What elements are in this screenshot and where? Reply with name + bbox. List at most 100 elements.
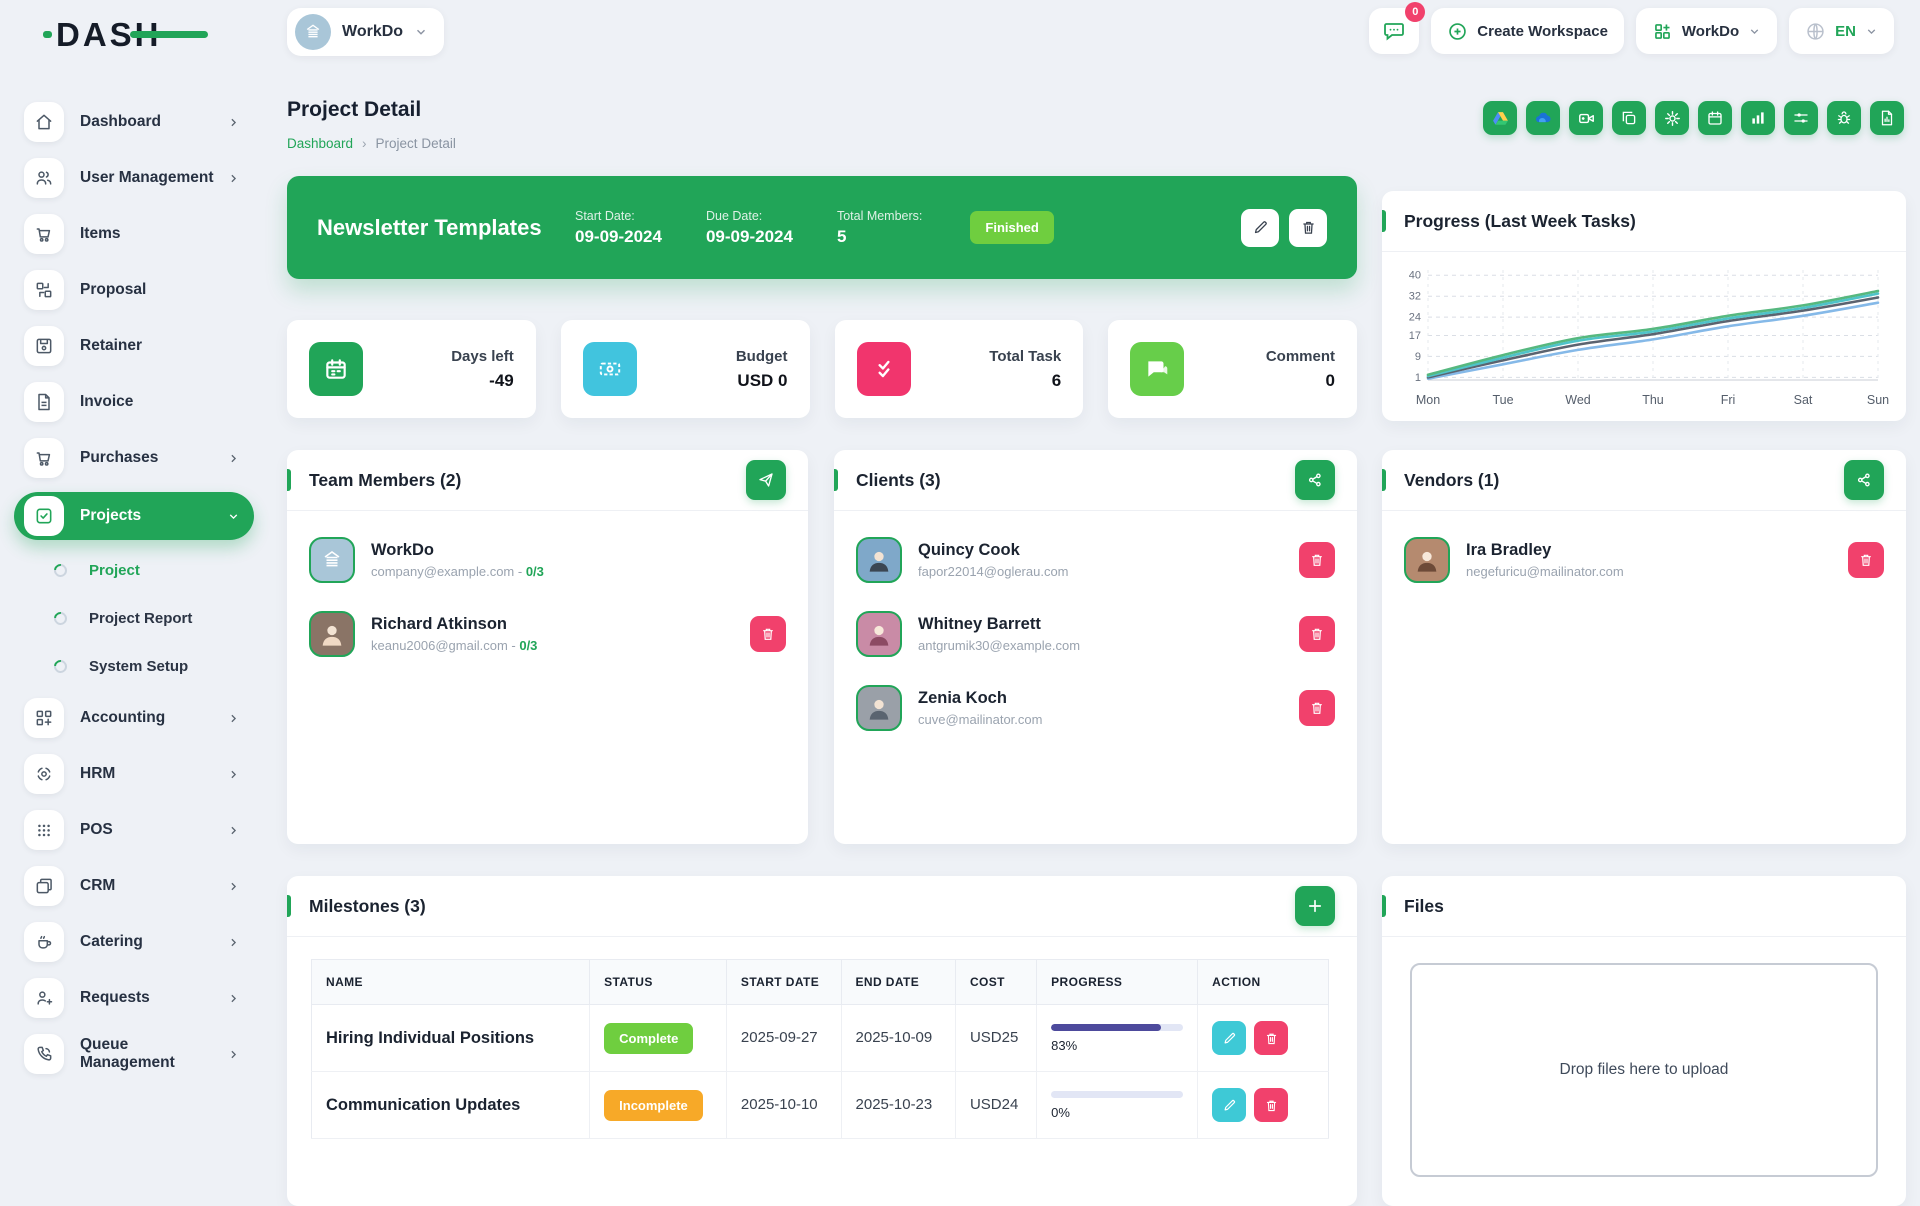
edit-milestone-button[interactable] <box>1212 1021 1246 1055</box>
sidebar-item-purchases[interactable]: Purchases <box>14 436 254 480</box>
share-clients-button[interactable] <box>1295 460 1335 500</box>
sidebar-item-pos[interactable]: POS <box>14 808 254 852</box>
remove-member-button[interactable] <box>750 616 786 652</box>
progress-card-header: Progress (Last Week Tasks) <box>1382 191 1906 252</box>
toolbar-chart-button[interactable] <box>1741 101 1775 135</box>
sidebar-subitem-project[interactable]: Project <box>14 552 254 588</box>
progress-label: 83% <box>1051 1038 1183 1053</box>
logo-dash-bar <box>130 31 208 38</box>
toolbar-calendar-button[interactable] <box>1698 101 1732 135</box>
logo-dot <box>43 31 52 38</box>
swap-grid-icon <box>24 270 64 310</box>
sidebar-item-requests[interactable]: Requests <box>14 976 254 1020</box>
toolbar-google-drive-button[interactable] <box>1483 101 1517 135</box>
stats-row: Days left -49 Budget USD 0 Total Task 6 … <box>287 320 1357 418</box>
sidebar-item-accounting[interactable]: Accounting <box>14 696 254 740</box>
pencil-icon <box>1222 1098 1237 1113</box>
remove-client-button[interactable] <box>1299 690 1335 726</box>
person-photo-icon <box>865 546 893 574</box>
phone-icon <box>24 1034 64 1074</box>
breadcrumb: Dashboard › Project Detail <box>287 136 456 151</box>
page-title: Project Detail <box>287 98 421 122</box>
task-ratio: 0/3 <box>526 564 544 579</box>
sidebar-item-dashboard[interactable]: Dashboard <box>14 100 254 144</box>
breadcrumb-separator: › <box>362 136 367 151</box>
building-icon <box>320 548 344 572</box>
toolbar-report-button[interactable] <box>1870 101 1904 135</box>
toolbar-bug-button[interactable] <box>1827 101 1861 135</box>
edit-project-button[interactable] <box>1241 209 1279 247</box>
bar-chart-icon <box>1749 109 1767 127</box>
milestones-header: Milestones (3) <box>287 876 1357 937</box>
sidebar-item-queue-management[interactable]: Queue Management <box>14 1032 254 1076</box>
vendors-card: Vendors (1) Ira Bradley negefuricu@maili… <box>1382 450 1906 844</box>
toolbar-copy-button[interactable] <box>1612 101 1646 135</box>
invite-member-button[interactable] <box>746 460 786 500</box>
remove-client-button[interactable] <box>1299 542 1335 578</box>
money-icon <box>583 342 637 396</box>
pencil-icon <box>1252 219 1269 236</box>
delete-project-button[interactable] <box>1289 209 1327 247</box>
stat-budget: Budget USD 0 <box>561 320 810 418</box>
breadcrumb-dashboard-link[interactable]: Dashboard <box>287 136 353 151</box>
sidebar-item-catering[interactable]: Catering <box>14 920 254 964</box>
svg-text:Fri: Fri <box>1721 393 1736 407</box>
add-milestone-button[interactable] <box>1295 886 1335 926</box>
sidebar-item-hrm[interactable]: HRM <box>14 752 254 796</box>
sidebar-item-crm[interactable]: CRM <box>14 864 254 908</box>
report-file-icon <box>1878 109 1896 127</box>
topbar-actions: 0 Create Workspace WorkDo EN <box>1369 8 1894 54</box>
sidebar-subitem-project-report[interactable]: Project Report <box>14 600 254 636</box>
sidebar-item-projects[interactable]: Projects <box>14 492 254 540</box>
settings-icon <box>1663 109 1682 128</box>
files-card: Files Drop files here to upload <box>1382 876 1906 1206</box>
chevron-down-icon <box>414 25 428 39</box>
svg-text:Wed: Wed <box>1565 393 1591 407</box>
client-row: Whitney Barrett antgrumik30@example.com <box>856 611 1335 657</box>
file-dropzone[interactable]: Drop files here to upload <box>1410 963 1878 1177</box>
create-workspace-button[interactable]: Create Workspace <box>1431 8 1624 54</box>
delete-milestone-button[interactable] <box>1254 1021 1288 1055</box>
pencil-icon <box>1222 1031 1237 1046</box>
start-date-group: Start Date: 09-09-2024 <box>575 209 662 247</box>
toolbar-onedrive-button[interactable] <box>1526 101 1560 135</box>
sidebar-item-retainer[interactable]: Retainer <box>14 324 254 368</box>
milestone-row: Hiring Individual Positions Complete 202… <box>312 1005 1329 1072</box>
col-start-date: START DATE <box>726 960 841 1005</box>
calendar-icon <box>309 342 363 396</box>
task-ratio: 0/3 <box>519 638 537 653</box>
sidebar-item-user-management[interactable]: User Management <box>14 156 254 200</box>
sidebar-item-proposal[interactable]: Proposal <box>14 268 254 312</box>
globe-icon <box>1805 21 1826 42</box>
avatar <box>856 611 902 657</box>
remove-client-button[interactable] <box>1299 616 1335 652</box>
sidebar-subitem-system-setup[interactable]: System Setup <box>14 648 254 684</box>
workspace-menu-button[interactable]: WorkDo <box>1636 8 1777 54</box>
ring-icon <box>51 561 69 579</box>
bug-icon <box>1835 109 1853 127</box>
remove-vendor-button[interactable] <box>1848 542 1884 578</box>
sidebar-item-invoice[interactable]: Invoice <box>14 380 254 424</box>
edit-milestone-button[interactable] <box>1212 1088 1246 1122</box>
sidebar-item-items[interactable]: Items <box>14 212 254 256</box>
workspace-switcher[interactable]: WorkDo <box>287 8 444 56</box>
messages-button[interactable]: 0 <box>1369 8 1419 54</box>
chevron-right-icon <box>227 936 240 949</box>
coffee-icon <box>24 922 64 962</box>
status-badge: Incomplete <box>604 1090 703 1121</box>
check-square-icon <box>24 496 64 536</box>
toolbar-settings-button[interactable] <box>1655 101 1689 135</box>
language-selector[interactable]: EN <box>1789 8 1894 54</box>
person-photo-icon <box>318 620 346 648</box>
share-icon <box>1855 471 1873 489</box>
col-action: ACTION <box>1198 960 1329 1005</box>
toolbar-sliders-button[interactable] <box>1784 101 1818 135</box>
share-vendors-button[interactable] <box>1844 460 1884 500</box>
svg-text:Tue: Tue <box>1492 393 1513 407</box>
double-check-icon <box>857 342 911 396</box>
delete-milestone-button[interactable] <box>1254 1088 1288 1122</box>
toolbar-video-meeting-button[interactable] <box>1569 101 1603 135</box>
chat-bubble-icon <box>1382 19 1406 43</box>
team-members-header: Team Members (2) <box>287 450 808 511</box>
progress-chart-wrap: 4032241791MonTueWedThuFriSatSun <box>1382 252 1906 416</box>
